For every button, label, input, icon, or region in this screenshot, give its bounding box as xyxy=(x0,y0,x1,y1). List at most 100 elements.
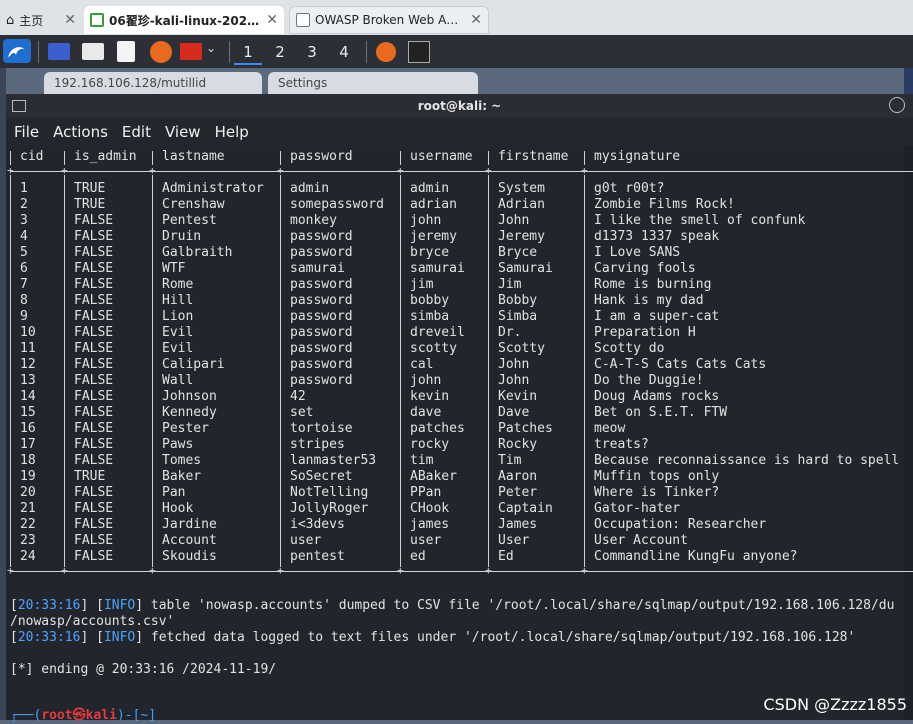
terminal-window[interactable]: root@kali: ~ File Actions Edit View Help… xyxy=(6,94,913,723)
table-cell: admin xyxy=(290,181,330,196)
shell-prompt[interactable]: ┌──(root㉿kali)-[~] xyxy=(10,708,156,724)
table-header-cell: password xyxy=(290,149,353,164)
menu-help[interactable]: Help xyxy=(208,123,256,141)
table-cell: FALSE xyxy=(74,405,114,420)
table-cell: i<3devs xyxy=(290,517,345,532)
table-cell: Samurai xyxy=(498,261,553,276)
menu-actions[interactable]: Actions xyxy=(46,123,115,141)
table-cell: Baker xyxy=(162,469,202,484)
table-cell: bobby xyxy=(410,293,450,308)
table-cell: samurai xyxy=(410,261,465,276)
table-header-cell: is_admin xyxy=(74,149,137,164)
log-level: INFO xyxy=(103,598,136,613)
table-cell: Rocky xyxy=(498,437,538,452)
close-icon[interactable] xyxy=(889,97,905,113)
desktop-icon[interactable] xyxy=(48,43,70,60)
table-cell: 14 xyxy=(20,389,36,404)
table-border xyxy=(10,571,913,572)
table-cell: Doug Adams rocks xyxy=(594,389,720,404)
table-cell: PPan xyxy=(410,485,442,500)
table-row: 19 TRUE Baker SoSecret ABaker Aaron Muffin top… xyxy=(6,469,913,485)
table-cell: set xyxy=(290,405,314,420)
workspace-4[interactable]: 4 xyxy=(330,41,358,63)
table-cell: FALSE xyxy=(74,229,114,244)
text-editor-icon[interactable] xyxy=(117,41,135,62)
table-cell: Tomes xyxy=(162,453,202,468)
firefox-icon[interactable] xyxy=(376,42,396,62)
log-time: 20:33:16 xyxy=(17,630,81,645)
close-icon[interactable]: ✕ xyxy=(64,12,76,28)
table-cell: Lion xyxy=(162,309,194,324)
table-cell: Zombie Films Rock! xyxy=(594,197,735,212)
table-cell: 19 xyxy=(20,469,36,484)
menu-view[interactable]: View xyxy=(158,123,208,141)
table-cell: User Account xyxy=(594,533,688,548)
table-cell: Skoudis xyxy=(162,549,217,564)
folder-icon[interactable] xyxy=(82,43,104,60)
table-cell: FALSE xyxy=(74,373,114,388)
table-border-joint: + xyxy=(485,564,492,577)
table-row: 11 FALSE Evil password scotty Scotty Scotty do xyxy=(6,341,913,357)
table-border-joint: + xyxy=(397,164,404,177)
table-cell: NotTelling xyxy=(290,485,369,500)
table-cell: 16 xyxy=(20,421,36,436)
table-border-joint: + xyxy=(61,164,68,177)
table-cell: CHook xyxy=(410,501,450,516)
tab-kali-vm[interactable]: 06翟珍-kali-linux-2023.1-... ✕ xyxy=(84,6,284,34)
terminal-titlebar[interactable]: root@kali: ~ xyxy=(6,94,913,118)
tab-home[interactable]: ⌂ 主页 ✕ xyxy=(0,6,82,34)
table-cell: Patches xyxy=(498,421,553,436)
workspace-2[interactable]: 2 xyxy=(266,41,294,63)
table-cell: john xyxy=(410,373,442,388)
table-cell: adrian xyxy=(410,197,457,212)
kali-menu-icon[interactable] xyxy=(3,39,31,63)
table-cell: lanmaster53 xyxy=(290,453,377,468)
table-row: 5 FALSE Galbraith password bryce Bryce I Love … xyxy=(6,245,913,261)
close-icon[interactable]: ✕ xyxy=(266,12,278,28)
table-cell: FALSE xyxy=(74,533,114,548)
table-header-row: cid is_admin lastname password username first… xyxy=(6,149,913,165)
table-cell: Evil xyxy=(162,341,194,356)
table-cell: Crenshaw xyxy=(162,197,225,212)
table-cell: patches xyxy=(410,421,465,436)
background-browser-tab: 192.168.106.128/mutillid xyxy=(44,72,262,96)
table-row: 12 FALSE Calipari password cal John C-A-T-S Ca… xyxy=(6,357,913,373)
table-border-joint: + xyxy=(149,564,156,577)
table-cell: SoSecret xyxy=(290,469,353,484)
table-row: 3 FALSE Pentest monkey john John I like the sm… xyxy=(6,213,913,229)
table-cell: 3 xyxy=(20,213,28,228)
menu-edit[interactable]: Edit xyxy=(115,123,158,141)
table-cell: FALSE xyxy=(74,453,114,468)
table-cell: kevin xyxy=(410,389,450,404)
table-cell: I like the smell of confunk xyxy=(594,213,806,228)
workspace-1[interactable]: 1 xyxy=(234,41,262,65)
flag-icon[interactable] xyxy=(180,43,202,60)
table-cell: FALSE xyxy=(74,213,114,228)
table-cell: 10 xyxy=(20,325,36,340)
table-cell: John xyxy=(498,213,530,228)
workspace-3[interactable]: 3 xyxy=(298,41,326,63)
terminal-icon[interactable] xyxy=(408,41,430,63)
table-border xyxy=(10,171,913,172)
table-row: 23 FALSE Account user user User User Account xyxy=(6,533,913,549)
table-cell: john xyxy=(410,213,442,228)
table-cell: I am a super-cat xyxy=(594,309,720,324)
table-cell: 12 xyxy=(20,357,36,372)
menu-file[interactable]: File xyxy=(6,123,46,141)
table-cell: jeremy xyxy=(410,229,457,244)
ending-line: [*] ending @ 20:33:16 /2024-11-19/ xyxy=(10,662,277,677)
panel-separator xyxy=(38,41,39,63)
log-line: [20:33:16] [INFO] fetched data logged to… xyxy=(10,630,856,645)
panel-separator xyxy=(366,41,367,63)
table-cell: Dr. xyxy=(498,325,522,340)
firefox-icon[interactable] xyxy=(150,41,172,63)
chevron-down-icon[interactable]: ⌄ xyxy=(206,41,216,65)
table-cell: Muffin tops only xyxy=(594,469,720,484)
table-cell: Rome xyxy=(162,277,194,292)
table-cell: Evil xyxy=(162,325,194,340)
table-cell: Hook xyxy=(162,501,194,516)
tab-owasp-vm[interactable]: OWASP Broken Web Apps VM... ✕ xyxy=(289,6,489,34)
table-cell: Where is Tinker? xyxy=(594,485,720,500)
table-cell: simba xyxy=(410,309,450,324)
close-icon[interactable]: ✕ xyxy=(470,12,482,28)
